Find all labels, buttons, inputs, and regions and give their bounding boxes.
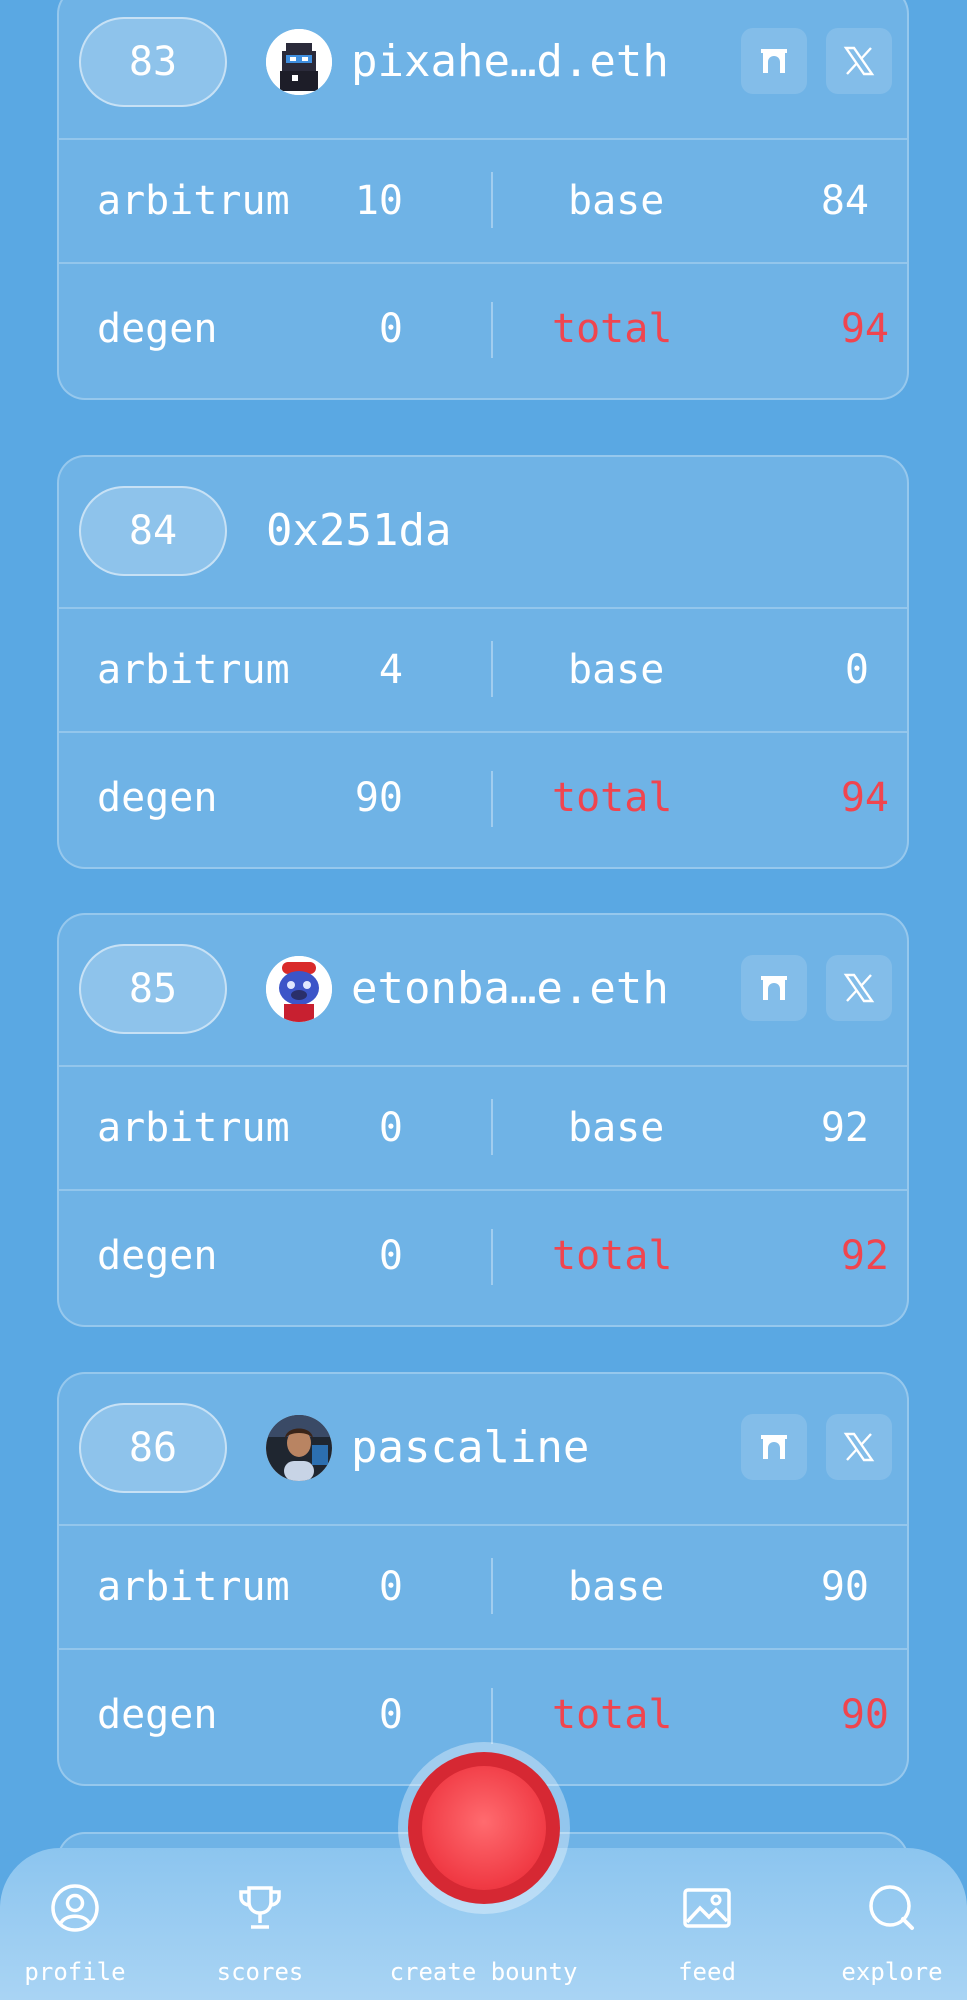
leaderboard-card[interactable]: 86 pascaline arbitrum 0 base 90 degen 0 total 90 bbox=[57, 1372, 909, 1786]
x-profile-button[interactable] bbox=[826, 1414, 892, 1480]
stats-row-1: arbitrum 10 base 84 bbox=[59, 138, 907, 264]
divider bbox=[491, 771, 493, 827]
nav-explore[interactable]: explore bbox=[817, 1848, 967, 2000]
farcaster-profile-button[interactable] bbox=[741, 1414, 807, 1480]
trophy-icon bbox=[239, 1886, 281, 1929]
nav-scores[interactable]: scores bbox=[185, 1848, 335, 2000]
degen-value: 0 bbox=[378, 306, 403, 352]
nav-profile-label: profile bbox=[24, 1958, 126, 1986]
nav-create-bounty-label: create bounty bbox=[389, 1958, 578, 1986]
degen-value: 90 bbox=[354, 775, 403, 821]
avatar[interactable] bbox=[266, 29, 332, 95]
avatar[interactable] bbox=[266, 1415, 332, 1481]
nav-explore-label: explore bbox=[841, 1958, 943, 1986]
degen-value: 0 bbox=[378, 1233, 403, 1279]
username[interactable]: pascaline bbox=[351, 1420, 589, 1476]
total-value: 94 bbox=[840, 306, 889, 352]
image-icon bbox=[683, 1888, 731, 1928]
stats-row-1: arbitrum 0 base 92 bbox=[59, 1065, 907, 1191]
total-label: total bbox=[552, 306, 673, 352]
arbitrum-value: 4 bbox=[378, 647, 403, 693]
divider bbox=[491, 1229, 493, 1285]
arbitrum-label: arbitrum bbox=[97, 647, 290, 693]
avatar[interactable] bbox=[266, 956, 332, 1022]
stats-row-2: degen 90 total 94 bbox=[59, 731, 907, 867]
stats-row-2: degen 0 total 92 bbox=[59, 1189, 907, 1325]
nav-feed[interactable]: feed bbox=[632, 1848, 782, 2000]
base-value: 92 bbox=[820, 1105, 869, 1151]
divider bbox=[491, 1558, 493, 1614]
leaderboard-card[interactable]: 83 pixahe…d.eth arbitrum 10 base 84 degen 0 tota… bbox=[57, 0, 909, 400]
rank-badge: 84 bbox=[79, 486, 227, 576]
card-header: 85 etonba…e.eth bbox=[59, 915, 907, 1067]
stats-row-1: arbitrum 4 base 0 bbox=[59, 607, 907, 733]
arbitrum-value: 10 bbox=[354, 178, 403, 224]
nav-profile[interactable]: profile bbox=[0, 1848, 150, 2000]
total-value: 90 bbox=[840, 1692, 889, 1738]
arbitrum-label: arbitrum bbox=[97, 1564, 290, 1610]
search-icon bbox=[869, 1885, 914, 1930]
farcaster-arch-icon bbox=[761, 1435, 787, 1459]
farcaster-arch-icon bbox=[761, 49, 787, 73]
x-logo-icon bbox=[843, 1432, 875, 1462]
stats-row-1: arbitrum 0 base 90 bbox=[59, 1524, 907, 1650]
rank-badge: 85 bbox=[79, 944, 227, 1034]
total-label: total bbox=[552, 1233, 673, 1279]
divider bbox=[491, 641, 493, 697]
arbitrum-value: 0 bbox=[378, 1105, 403, 1151]
rank-badge: 86 bbox=[79, 1403, 227, 1493]
total-label: total bbox=[552, 775, 673, 821]
divider bbox=[491, 172, 493, 228]
divider bbox=[491, 1099, 493, 1155]
stats-row-2: degen 0 total 94 bbox=[59, 262, 907, 398]
base-label: base bbox=[568, 647, 665, 693]
degen-value: 0 bbox=[378, 1692, 403, 1738]
total-value: 94 bbox=[840, 775, 889, 821]
username[interactable]: pixahe…d.eth bbox=[351, 34, 669, 90]
arbitrum-value: 0 bbox=[378, 1564, 403, 1610]
degen-label: degen bbox=[97, 775, 218, 821]
divider bbox=[491, 1688, 493, 1744]
username[interactable]: etonba…e.eth bbox=[351, 961, 669, 1017]
username[interactable]: 0x251da bbox=[266, 503, 451, 559]
nav-feed-label: feed bbox=[678, 1958, 736, 1986]
x-profile-button[interactable] bbox=[826, 955, 892, 1021]
total-value: 92 bbox=[840, 1233, 889, 1279]
base-value: 90 bbox=[820, 1564, 869, 1610]
card-header: 86 pascaline bbox=[59, 1374, 907, 1526]
record-icon bbox=[422, 1766, 546, 1890]
x-profile-button[interactable] bbox=[826, 28, 892, 94]
arbitrum-label: arbitrum bbox=[97, 1105, 290, 1151]
base-label: base bbox=[568, 1564, 665, 1610]
base-label: base bbox=[568, 178, 665, 224]
farcaster-profile-button[interactable] bbox=[741, 28, 807, 94]
total-label: total bbox=[552, 1692, 673, 1738]
base-label: base bbox=[568, 1105, 665, 1151]
rank-badge: 83 bbox=[79, 17, 227, 107]
base-value: 84 bbox=[820, 178, 869, 224]
arbitrum-label: arbitrum bbox=[97, 178, 290, 224]
nav-scores-label: scores bbox=[216, 1958, 304, 1986]
leaderboard-card[interactable]: 85 etonba…e.eth arbitrum 0 base 92 degen 0 total… bbox=[57, 913, 909, 1327]
farcaster-profile-button[interactable] bbox=[741, 955, 807, 1021]
degen-label: degen bbox=[97, 1233, 218, 1279]
profile-icon bbox=[51, 1884, 99, 1932]
leaderboard-card[interactable]: 84 0x251da arbitrum 4 base 0 degen 90 total 94 bbox=[57, 455, 909, 869]
base-value: 0 bbox=[844, 647, 869, 693]
divider bbox=[491, 302, 493, 358]
farcaster-arch-icon bbox=[761, 976, 787, 1000]
card-header: 83 pixahe…d.eth bbox=[59, 0, 907, 140]
degen-label: degen bbox=[97, 1692, 218, 1738]
x-logo-icon bbox=[843, 973, 875, 1003]
degen-label: degen bbox=[97, 306, 218, 352]
card-header: 84 0x251da bbox=[59, 457, 907, 609]
x-logo-icon bbox=[843, 46, 875, 76]
